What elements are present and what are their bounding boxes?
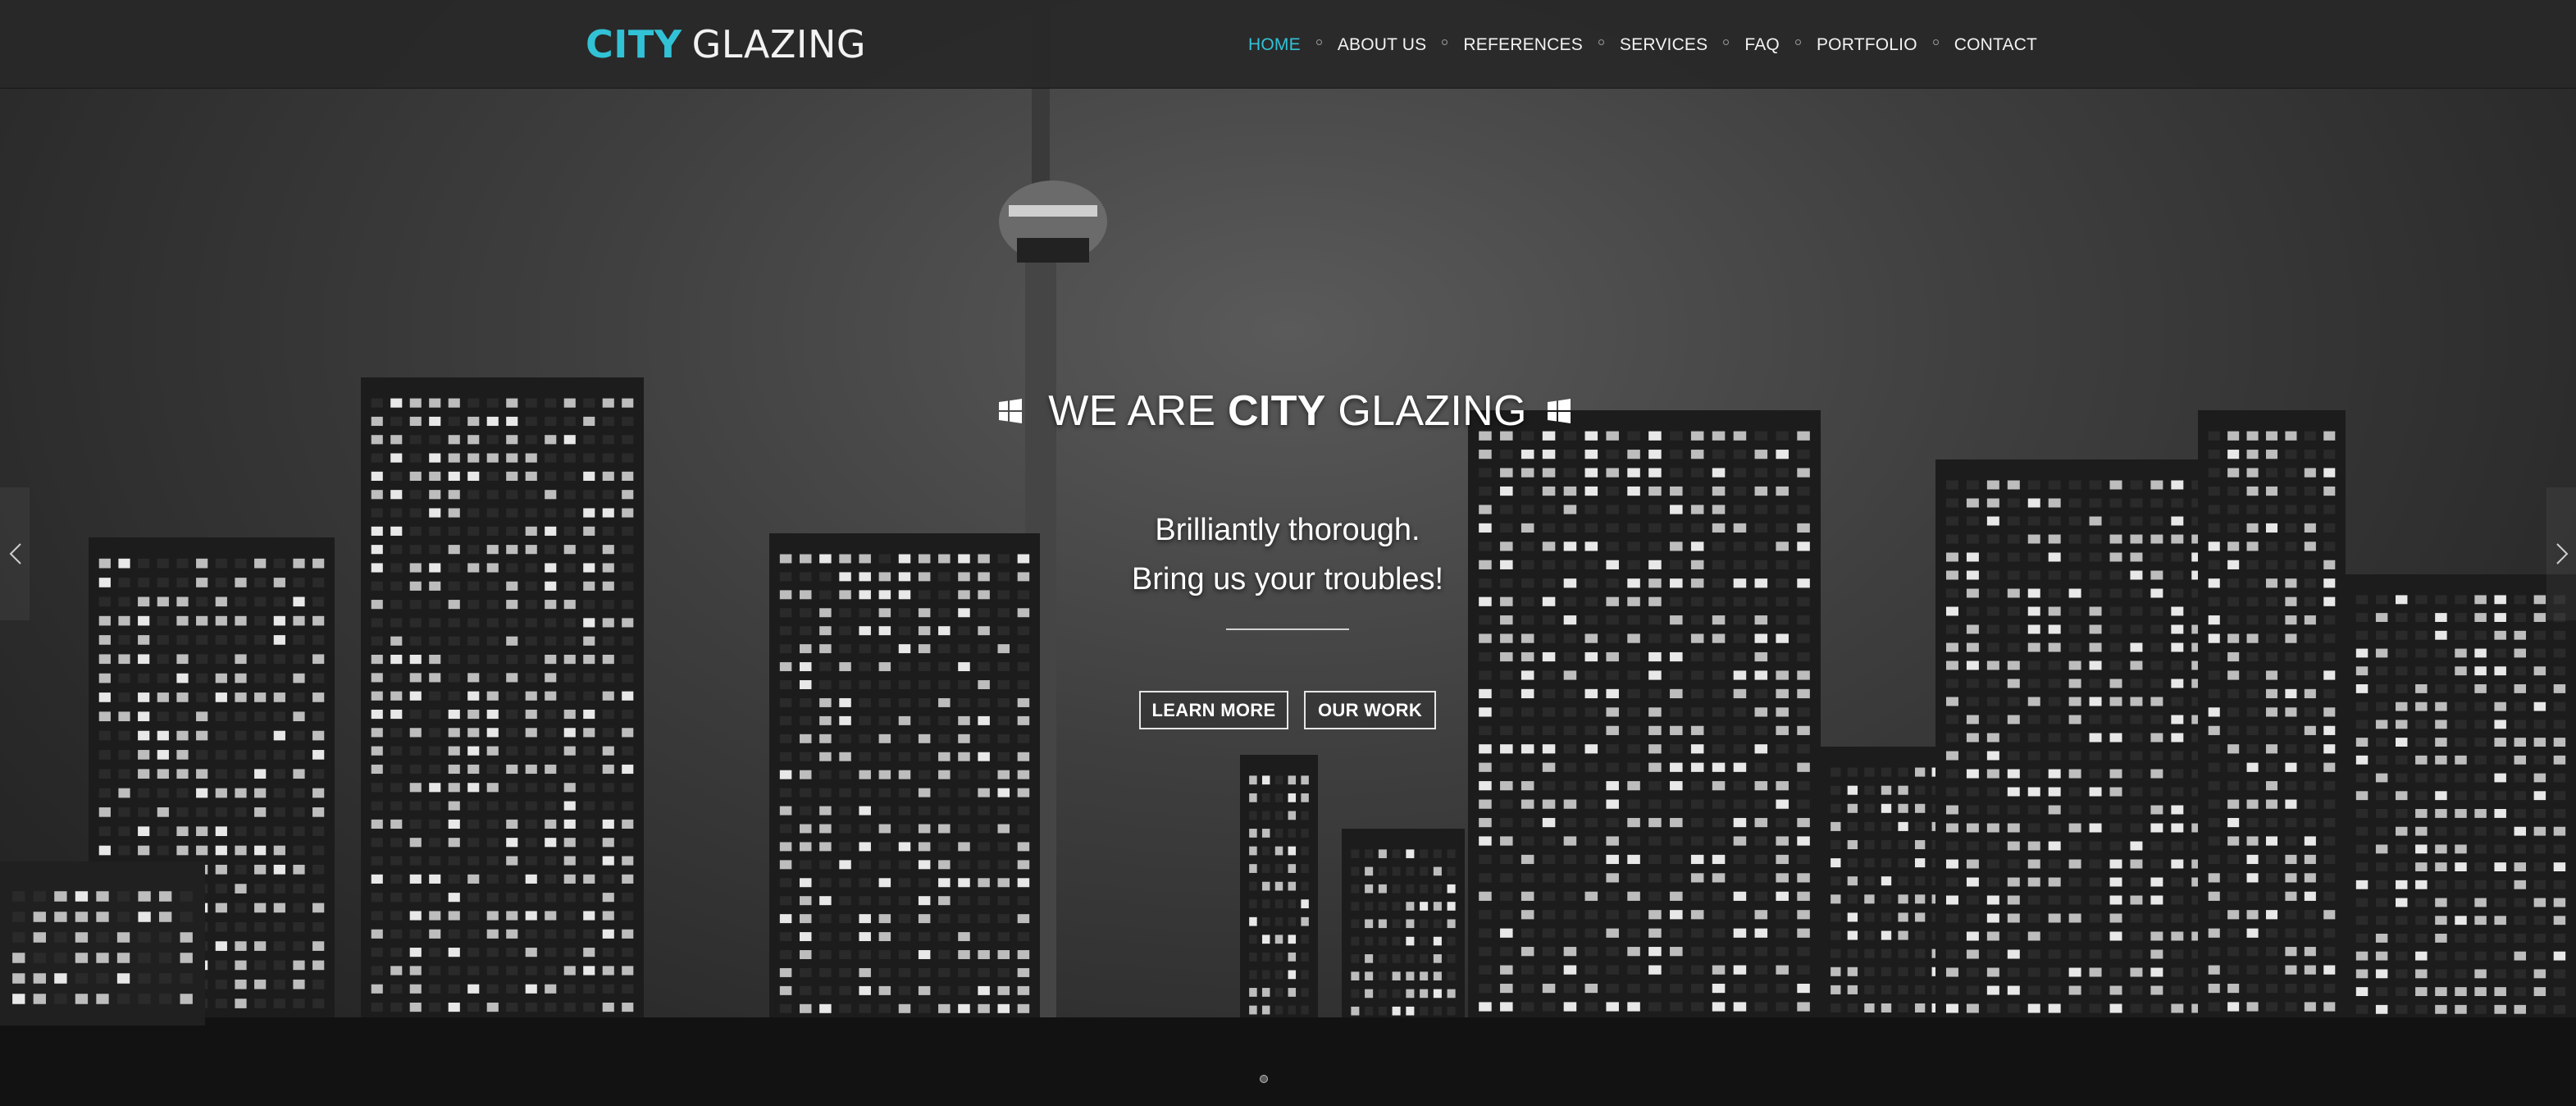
hero-tagline: Brilliantly thorough. Bring us your trou… bbox=[960, 505, 1616, 604]
headline-suffix: GLAZING bbox=[1338, 387, 1527, 435]
our-work-button[interactable]: OUR WORK bbox=[1304, 691, 1436, 729]
nav-item-contact[interactable]: CONTACT bbox=[1954, 35, 2037, 55]
nav-item-home[interactable]: HOME bbox=[1248, 35, 1301, 55]
menu-separator-dot bbox=[1932, 39, 1939, 45]
hero-headline-wrapper: WE ARE CITY GLAZING bbox=[902, 382, 1673, 440]
nav-item-faq[interactable]: FAQ bbox=[1744, 35, 1780, 55]
chevron-left-icon bbox=[7, 542, 25, 566]
menu-separator-dot bbox=[1598, 39, 1604, 45]
logo-bold-text: CITY bbox=[586, 22, 682, 66]
slider-next-button[interactable] bbox=[2546, 487, 2576, 620]
nav-item-about-us[interactable]: ABOUT US bbox=[1338, 35, 1427, 55]
divider-line bbox=[1226, 628, 1349, 630]
nav-item-services[interactable]: SERVICES bbox=[1620, 35, 1707, 55]
main-menu: HOME ABOUT US REFERENCES SERVICES FAQ PORTFOL… bbox=[1248, 31, 2037, 59]
tagline-line-2: Bring us your troubles! bbox=[1131, 562, 1444, 596]
slider-pagination-dot[interactable] bbox=[1260, 1075, 1268, 1083]
headline-bold: CITY bbox=[1228, 387, 1326, 435]
menu-separator-dot bbox=[1794, 39, 1801, 45]
headline-prefix: WE ARE bbox=[1048, 387, 1216, 435]
site-logo[interactable]: CITY GLAZING bbox=[586, 20, 866, 69]
building bbox=[361, 377, 644, 1106]
logo-light-text: GLAZING bbox=[691, 22, 866, 66]
menu-separator-dot bbox=[1723, 39, 1730, 45]
nav-item-portfolio[interactable]: PORTFOLIO bbox=[1817, 35, 1917, 55]
menu-separator-dot bbox=[1442, 39, 1448, 45]
building bbox=[2198, 410, 2346, 1106]
top-navbar: CITY GLAZING HOME ABOUT US REFERENCES SERVIC… bbox=[0, 0, 2576, 89]
learn-more-button[interactable]: LEARN MORE bbox=[1139, 691, 1288, 729]
windows-logo-icon bbox=[1547, 399, 1571, 423]
slider-prev-button[interactable] bbox=[0, 487, 30, 620]
windows-logo-icon bbox=[998, 399, 1023, 423]
nav-item-references[interactable]: REFERENCES bbox=[1463, 35, 1583, 55]
foreground bbox=[0, 1017, 2576, 1106]
tagline-line-1: Brilliantly thorough. bbox=[1155, 513, 1420, 547]
chevron-right-icon bbox=[2553, 542, 2571, 566]
menu-separator-dot bbox=[1315, 39, 1322, 45]
